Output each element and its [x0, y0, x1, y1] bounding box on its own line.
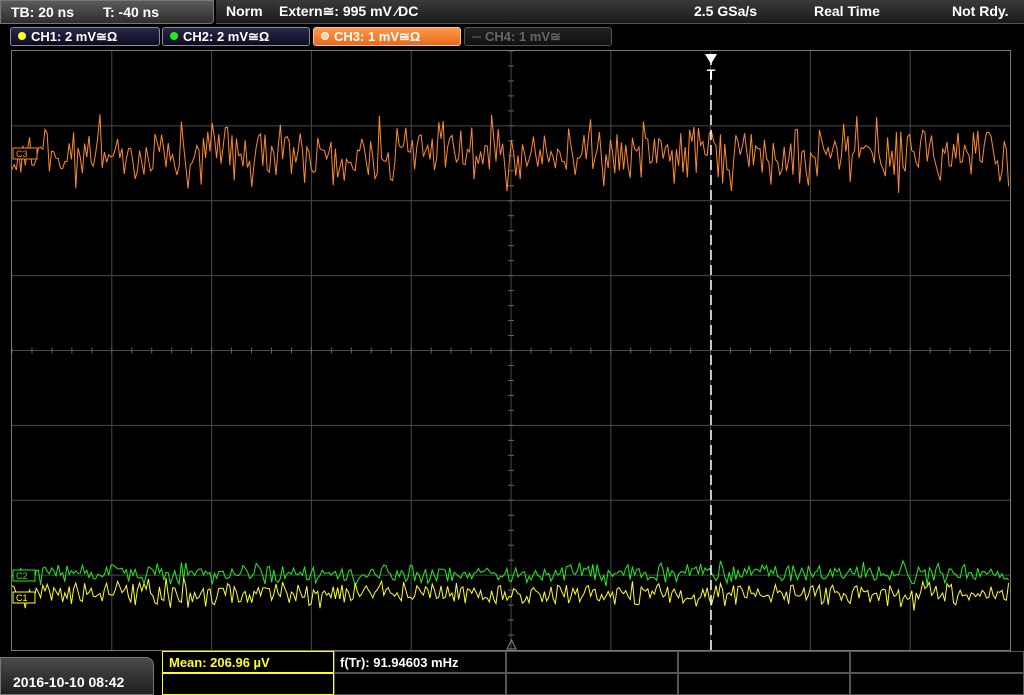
- ch3-button[interactable]: CH3: 1 mV≅Ω: [313, 27, 461, 46]
- ch4-indicator-icon: [472, 36, 481, 38]
- measurement-cell-empty-1[interactable]: [506, 651, 678, 673]
- trigger-arrow-icon[interactable]: [705, 54, 717, 64]
- ch3-marker-label: C3: [16, 149, 28, 159]
- channel-bar: CH1: 2 mV≅Ω CH2: 2 mV≅Ω CH3: 1 mV≅Ω CH4:…: [0, 26, 1024, 48]
- ch2-button[interactable]: CH2: 2 mV≅Ω: [162, 27, 310, 46]
- ch2-indicator-icon: [170, 32, 178, 40]
- trigger-offset-readout[interactable]: T: -40 ns: [103, 4, 159, 20]
- ch1-indicator-icon: [18, 32, 26, 40]
- datetime: 2016-10-10 08:42: [13, 674, 125, 690]
- measurement-cell-row2-2[interactable]: [334, 673, 506, 695]
- timebase-panel[interactable]: TB: 20 ns T: -40 ns: [0, 0, 214, 24]
- ch1-waveform: [12, 577, 1010, 611]
- ch2-marker-label: C2: [16, 571, 28, 581]
- top-status-bar: TB: 20 ns T: -40 ns Norm Extern≅: 995 mV…: [0, 0, 1024, 24]
- measurement-cell-empty-2[interactable]: [678, 651, 850, 673]
- ch4-button[interactable]: CH4: 1 mV≅: [464, 27, 612, 46]
- trigger-mode[interactable]: Norm: [226, 3, 263, 19]
- waveform-canvas[interactable]: T C3 C2 C1: [12, 51, 1010, 650]
- measurement-cell-row2-1[interactable]: [162, 673, 334, 695]
- measurement-cell-empty-3[interactable]: [850, 651, 1024, 673]
- acquisition-mode[interactable]: Real Time: [814, 3, 880, 19]
- trigger-source[interactable]: Extern≅: 995 mV ⁄DC: [279, 3, 418, 20]
- timebase-readout[interactable]: TB: 20 ns: [11, 4, 74, 20]
- ch4-label: CH4: 1 mV≅: [485, 29, 561, 44]
- ch2-offset-marker[interactable]: C2: [12, 569, 36, 582]
- acquisition-status: Not Rdy.: [952, 3, 1009, 19]
- ch3-indicator-icon: [321, 32, 329, 40]
- ch1-offset-marker[interactable]: C1: [12, 591, 36, 604]
- trigger-marker[interactable]: T: [707, 66, 716, 82]
- sample-rate[interactable]: 2.5 GSa/s: [694, 3, 757, 19]
- measurement-cell-row2-5[interactable]: [850, 673, 1024, 695]
- measurement-cell-row2-4[interactable]: [678, 673, 850, 695]
- ch1-marker-label: C1: [16, 593, 28, 603]
- ch3-offset-marker[interactable]: C3: [12, 147, 38, 160]
- ch1-label: CH1: 2 mV≅Ω: [31, 29, 118, 44]
- ch1-button[interactable]: CH1: 2 mV≅Ω: [10, 27, 160, 46]
- ch2-waveform: [12, 559, 1009, 588]
- waveform-display[interactable]: T C3 C2 C1: [11, 50, 1011, 651]
- mean-readout: Mean: 206.96 µV: [169, 655, 270, 670]
- measurement-panel[interactable]: Mean: 206.96 µV f(Tr): 91.94603 mHz: [162, 651, 1024, 695]
- ch2-label: CH2: 2 mV≅Ω: [183, 29, 270, 44]
- trigger-frequency-readout: f(Tr): 91.94603 mHz: [340, 655, 459, 670]
- measurement-cell-row2-3[interactable]: [506, 673, 678, 695]
- datetime-panel: 2016-10-10 08:42: [0, 657, 154, 695]
- bottom-bar: 2016-10-10 08:42 Mean: 206.96 µV f(Tr): …: [0, 651, 1024, 695]
- ch3-label: CH3: 1 mV≅Ω: [334, 29, 421, 44]
- trigger-panel[interactable]: Norm Extern≅: 995 mV ⁄DC 2.5 GSa/s Real …: [216, 0, 1024, 24]
